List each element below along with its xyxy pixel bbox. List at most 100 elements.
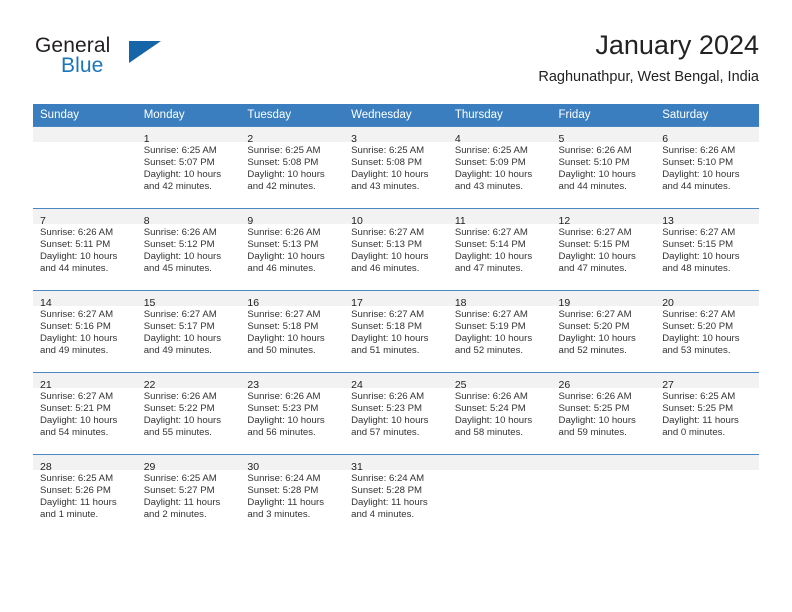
calendar-day-cell[interactable]: 6 Sunrise: 6:26 AM Sunset: 5:10 PM Daylight… xyxy=(655,126,759,208)
day-detail-line: Sunrise: 6:26 AM xyxy=(351,391,425,402)
calendar-day-cell[interactable]: 26 Sunrise: 6:26 AM Sunset: 5:25 PM Dayligh… xyxy=(551,372,656,454)
day-number-strip: 2 xyxy=(240,127,345,145)
day-detail-line: and 0 minutes. xyxy=(662,427,726,439)
day-detail-line: Sunrise: 6:27 AM xyxy=(454,227,528,238)
day-detail-line: Sunset: 5:13 PM xyxy=(247,239,319,251)
day-number: 26 xyxy=(558,379,571,391)
day-cell-inner: 10 Sunrise: 6:27 AM Sunset: 5:13 PM Dayligh… xyxy=(344,208,448,290)
day-number-strip: 18 xyxy=(447,291,552,309)
day-cell-inner: 28 Sunrise: 6:25 AM Sunset: 5:26 PM Dayligh… xyxy=(33,454,137,536)
calendar-day-cell[interactable]: 2 Sunrise: 6:25 AM Sunset: 5:08 PM Daylight… xyxy=(240,126,345,208)
calendar-day-cell[interactable]: 22 Sunrise: 6:26 AM Sunset: 5:22 PM Dayligh… xyxy=(136,372,241,454)
day-detail-line: Sunset: 5:24 PM xyxy=(454,403,526,415)
day-detail-line: Daylight: 10 hours xyxy=(558,333,636,345)
calendar-day-cell[interactable]: 28 Sunrise: 6:25 AM Sunset: 5:26 PM Dayligh… xyxy=(33,454,137,536)
day-detail-line: and 43 minutes. xyxy=(351,181,420,193)
day-detail-line: Sunset: 5:28 PM xyxy=(247,485,319,497)
calendar-day-cell[interactable]: 20 Sunrise: 6:27 AM Sunset: 5:20 PM Dayligh… xyxy=(655,290,759,372)
day-detail-line: Sunset: 5:20 PM xyxy=(558,321,630,333)
calendar-empty-cell xyxy=(447,454,552,536)
calendar-day-cell[interactable]: 29 Sunrise: 6:25 AM Sunset: 5:27 PM Dayligh… xyxy=(136,454,241,536)
day-number: 30 xyxy=(247,461,260,473)
day-detail-line: Sunset: 5:07 PM xyxy=(143,157,215,169)
day-cell-inner xyxy=(655,454,759,536)
day-detail-line: Sunrise: 6:27 AM xyxy=(40,391,114,402)
day-detail-line: and 43 minutes. xyxy=(454,181,524,193)
calendar-day-cell[interactable]: 9 Sunrise: 6:26 AM Sunset: 5:13 PM Daylight… xyxy=(240,208,345,290)
page-subtitle-location: Raghunathpur, West Bengal, India xyxy=(538,69,759,85)
day-detail-line: Sunrise: 6:27 AM xyxy=(662,309,736,320)
day-detail-line: Daylight: 10 hours xyxy=(558,169,636,181)
calendar-day-cell[interactable]: 4 Sunrise: 6:25 AM Sunset: 5:09 PM Daylight… xyxy=(447,126,552,208)
calendar-body: 1 Sunrise: 6:25 AM Sunset: 5:07 PM Daylight… xyxy=(33,126,759,536)
day-number-strip: 6 xyxy=(655,127,759,145)
day-detail-line: Sunset: 5:25 PM xyxy=(558,403,630,415)
day-detail-line: Daylight: 10 hours xyxy=(247,415,325,427)
calendar-day-cell[interactable]: 25 Sunrise: 6:26 AM Sunset: 5:24 PM Dayligh… xyxy=(447,372,552,454)
calendar-weekday-header-row: Sunday Monday Tuesday Wednesday Thursday Frid… xyxy=(33,104,759,126)
calendar-day-cell[interactable]: 12 Sunrise: 6:27 AM Sunset: 5:15 PM Dayligh… xyxy=(551,208,656,290)
calendar-day-cell[interactable]: 23 Sunrise: 6:26 AM Sunset: 5:23 PM Dayligh… xyxy=(240,372,345,454)
day-cell-inner: 14 Sunrise: 6:27 AM Sunset: 5:16 PM Dayligh… xyxy=(33,290,137,372)
calendar-day-cell[interactable]: 14 Sunrise: 6:27 AM Sunset: 5:16 PM Dayligh… xyxy=(33,290,137,372)
day-number-strip: 22 xyxy=(136,373,241,391)
day-detail-line: Sunrise: 6:27 AM xyxy=(40,309,114,320)
calendar-day-cell[interactable]: 3 Sunrise: 6:25 AM Sunset: 5:08 PM Daylight… xyxy=(344,126,448,208)
calendar-day-cell[interactable]: 16 Sunrise: 6:27 AM Sunset: 5:18 PM Dayligh… xyxy=(240,290,345,372)
weekday-header-tuesday: Tuesday xyxy=(240,104,345,126)
calendar-day-cell[interactable]: 15 Sunrise: 6:27 AM Sunset: 5:17 PM Dayligh… xyxy=(136,290,241,372)
day-number: 18 xyxy=(454,297,467,309)
calendar-day-cell[interactable]: 21 Sunrise: 6:27 AM Sunset: 5:21 PM Dayligh… xyxy=(33,372,137,454)
day-number-strip: 9 xyxy=(240,209,345,227)
day-number: 4 xyxy=(454,133,461,145)
day-detail-lines: Sunrise: 6:26 AM Sunset: 5:23 PM Daylight:… xyxy=(344,388,448,439)
calendar-day-cell[interactable]: 31 Sunrise: 6:24 AM Sunset: 5:28 PM Dayligh… xyxy=(344,454,448,536)
calendar-day-cell[interactable]: 11 Sunrise: 6:27 AM Sunset: 5:14 PM Dayligh… xyxy=(447,208,552,290)
calendar-day-cell[interactable]: 24 Sunrise: 6:26 AM Sunset: 5:23 PM Dayligh… xyxy=(344,372,448,454)
day-detail-lines xyxy=(655,470,759,473)
day-detail-lines: Sunrise: 6:26 AM Sunset: 5:25 PM Daylight:… xyxy=(552,388,656,439)
day-cell-inner: 9 Sunrise: 6:26 AM Sunset: 5:13 PM Daylight… xyxy=(240,208,345,290)
calendar-day-cell[interactable]: 8 Sunrise: 6:26 AM Sunset: 5:12 PM Daylight… xyxy=(136,208,241,290)
calendar-day-cell[interactable]: 13 Sunrise: 6:27 AM Sunset: 5:15 PM Dayligh… xyxy=(655,208,759,290)
day-cell-inner: 31 Sunrise: 6:24 AM Sunset: 5:28 PM Dayligh… xyxy=(344,454,448,536)
calendar-day-cell[interactable]: 18 Sunrise: 6:27 AM Sunset: 5:19 PM Dayligh… xyxy=(447,290,552,372)
day-number: 21 xyxy=(40,379,52,391)
calendar-day-cell[interactable]: 7 Sunrise: 6:26 AM Sunset: 5:11 PM Daylight… xyxy=(33,208,137,290)
day-number-strip: 21 xyxy=(33,373,137,391)
calendar-day-cell[interactable]: 30 Sunrise: 6:24 AM Sunset: 5:28 PM Dayligh… xyxy=(240,454,345,536)
day-cell-inner: 25 Sunrise: 6:26 AM Sunset: 5:24 PM Dayligh… xyxy=(447,372,552,454)
day-detail-line: and 46 minutes. xyxy=(247,263,316,275)
day-detail-lines: Sunrise: 6:27 AM Sunset: 5:20 PM Daylight:… xyxy=(655,306,759,357)
day-detail-line: Sunrise: 6:26 AM xyxy=(40,227,114,238)
day-cell-inner xyxy=(447,454,552,536)
calendar-day-cell[interactable]: 19 Sunrise: 6:27 AM Sunset: 5:20 PM Dayligh… xyxy=(551,290,656,372)
calendar-week-row: 14 Sunrise: 6:27 AM Sunset: 5:16 PM Dayligh… xyxy=(33,290,759,372)
day-detail-lines: Sunrise: 6:25 AM Sunset: 5:26 PM Daylight:… xyxy=(33,470,137,521)
day-detail-line: Sunset: 5:18 PM xyxy=(351,321,423,333)
day-detail-lines: Sunrise: 6:25 AM Sunset: 5:08 PM Daylight:… xyxy=(344,142,448,193)
day-detail-lines: Sunrise: 6:26 AM Sunset: 5:10 PM Daylight:… xyxy=(655,142,759,193)
day-number-strip: 17 xyxy=(344,291,448,309)
day-detail-line: Daylight: 10 hours xyxy=(351,415,429,427)
calendar-day-cell[interactable]: 27 Sunrise: 6:25 AM Sunset: 5:25 PM Dayligh… xyxy=(655,372,759,454)
calendar-day-cell[interactable]: 5 Sunrise: 6:26 AM Sunset: 5:10 PM Daylight… xyxy=(551,126,656,208)
day-detail-line: and 48 minutes. xyxy=(662,263,731,275)
day-cell-inner: 29 Sunrise: 6:25 AM Sunset: 5:27 PM Dayligh… xyxy=(136,454,241,536)
day-detail-line: Daylight: 10 hours xyxy=(143,169,222,181)
day-detail-line: Sunrise: 6:26 AM xyxy=(143,227,217,238)
calendar-day-cell[interactable]: 10 Sunrise: 6:27 AM Sunset: 5:13 PM Dayligh… xyxy=(344,208,448,290)
day-cell-inner: 4 Sunrise: 6:25 AM Sunset: 5:09 PM Daylight… xyxy=(447,126,552,208)
calendar-week-row: 21 Sunrise: 6:27 AM Sunset: 5:21 PM Dayligh… xyxy=(33,372,759,454)
day-number-strip xyxy=(551,455,656,470)
day-detail-lines: Sunrise: 6:27 AM Sunset: 5:13 PM Daylight:… xyxy=(344,224,448,275)
day-number-strip: 10 xyxy=(344,209,448,227)
day-number-strip: 11 xyxy=(447,209,552,227)
day-detail-line: Sunrise: 6:25 AM xyxy=(662,391,736,402)
day-number-strip: 4 xyxy=(447,127,552,145)
calendar-day-cell[interactable]: 1 Sunrise: 6:25 AM Sunset: 5:07 PM Daylight… xyxy=(136,126,241,208)
day-detail-line: and 42 minutes. xyxy=(247,181,316,193)
day-detail-line: Sunset: 5:20 PM xyxy=(662,321,734,333)
day-detail-line: Sunset: 5:16 PM xyxy=(40,321,111,333)
calendar-day-cell[interactable]: 17 Sunrise: 6:27 AM Sunset: 5:18 PM Dayligh… xyxy=(344,290,448,372)
